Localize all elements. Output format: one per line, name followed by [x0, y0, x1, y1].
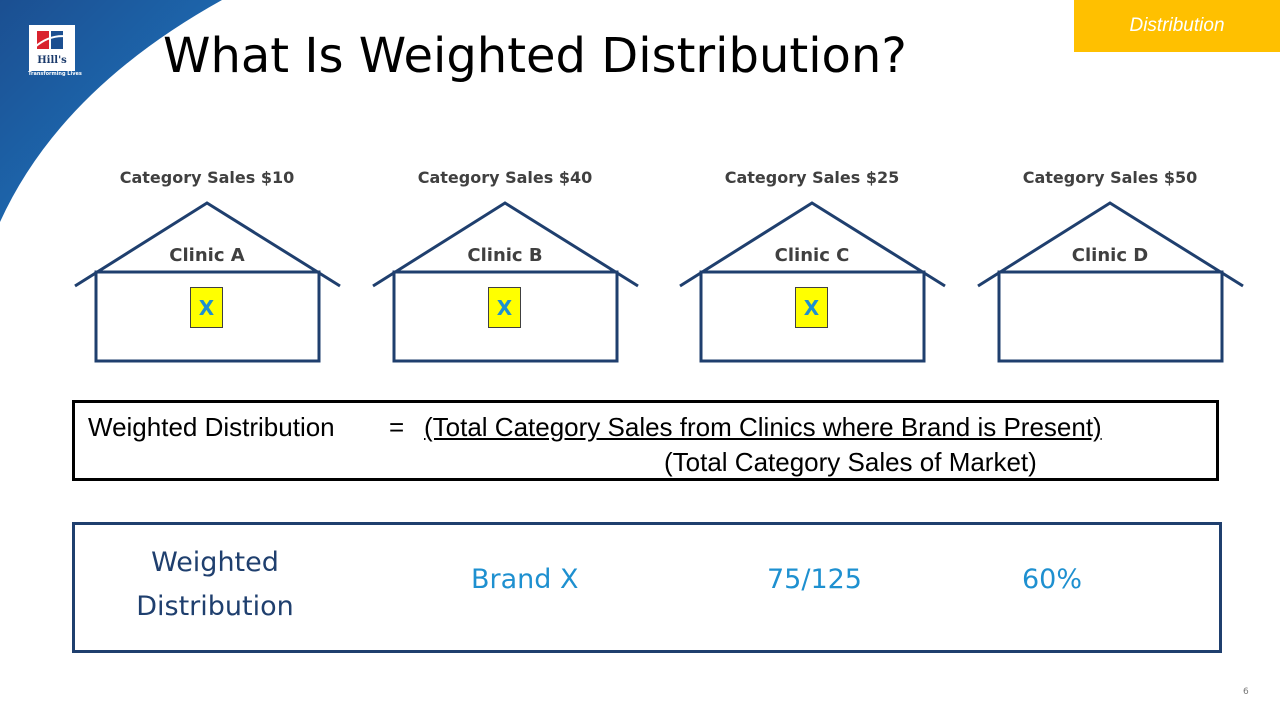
brand-present-marker: X	[190, 287, 223, 328]
result-box: Weighted Distribution Brand X 75/125 60%	[72, 522, 1222, 653]
category-sales: Category Sales $40	[417, 168, 593, 187]
formula-box: Weighted Distribution = (Total Category …	[72, 400, 1219, 481]
formula-equals: =	[389, 412, 405, 442]
category-sales: Category Sales $25	[724, 168, 900, 187]
clinic-name: Clinic B	[467, 245, 543, 266]
category-sales: Category Sales $50	[1022, 168, 1198, 187]
formula-numerator: (Total Category Sales from Clinics where…	[424, 412, 1102, 442]
page-title: What Is Weighted Distribution?	[163, 28, 907, 84]
formula-label: Weighted Distribution	[88, 412, 335, 442]
result-label-line2: Distribution	[136, 591, 294, 622]
section-tag: Distribution	[1074, 0, 1280, 52]
clinic-house: Category Sales $10 Clinic A X	[72, 160, 342, 365]
logo-tagline: Transforming Lives	[28, 71, 82, 77]
clinic-house: Category Sales $25 Clinic C X	[677, 160, 947, 365]
result-percent: 60%	[1022, 564, 1083, 595]
result-label-line1: Weighted	[151, 547, 279, 578]
clinic-house: Category Sales $50 Clinic D	[975, 160, 1245, 365]
page-number: 6	[1243, 687, 1249, 697]
result-brand: Brand X	[471, 564, 579, 595]
formula-denominator: (Total Category Sales of Market)	[664, 447, 1037, 477]
brand-present-marker: X	[488, 287, 521, 328]
brand-present-marker: X	[795, 287, 828, 328]
svg-text:Hill's: Hill's	[37, 55, 67, 66]
clinic-name: Clinic C	[774, 245, 850, 266]
clinic-name: Clinic D	[1071, 245, 1149, 266]
category-sales: Category Sales $10	[119, 168, 295, 187]
hills-logo: Hill's	[29, 25, 75, 71]
clinic-name: Clinic A	[169, 245, 245, 266]
result-fraction: 75/125	[767, 564, 862, 595]
clinic-house: Category Sales $40 Clinic B X	[370, 160, 640, 365]
